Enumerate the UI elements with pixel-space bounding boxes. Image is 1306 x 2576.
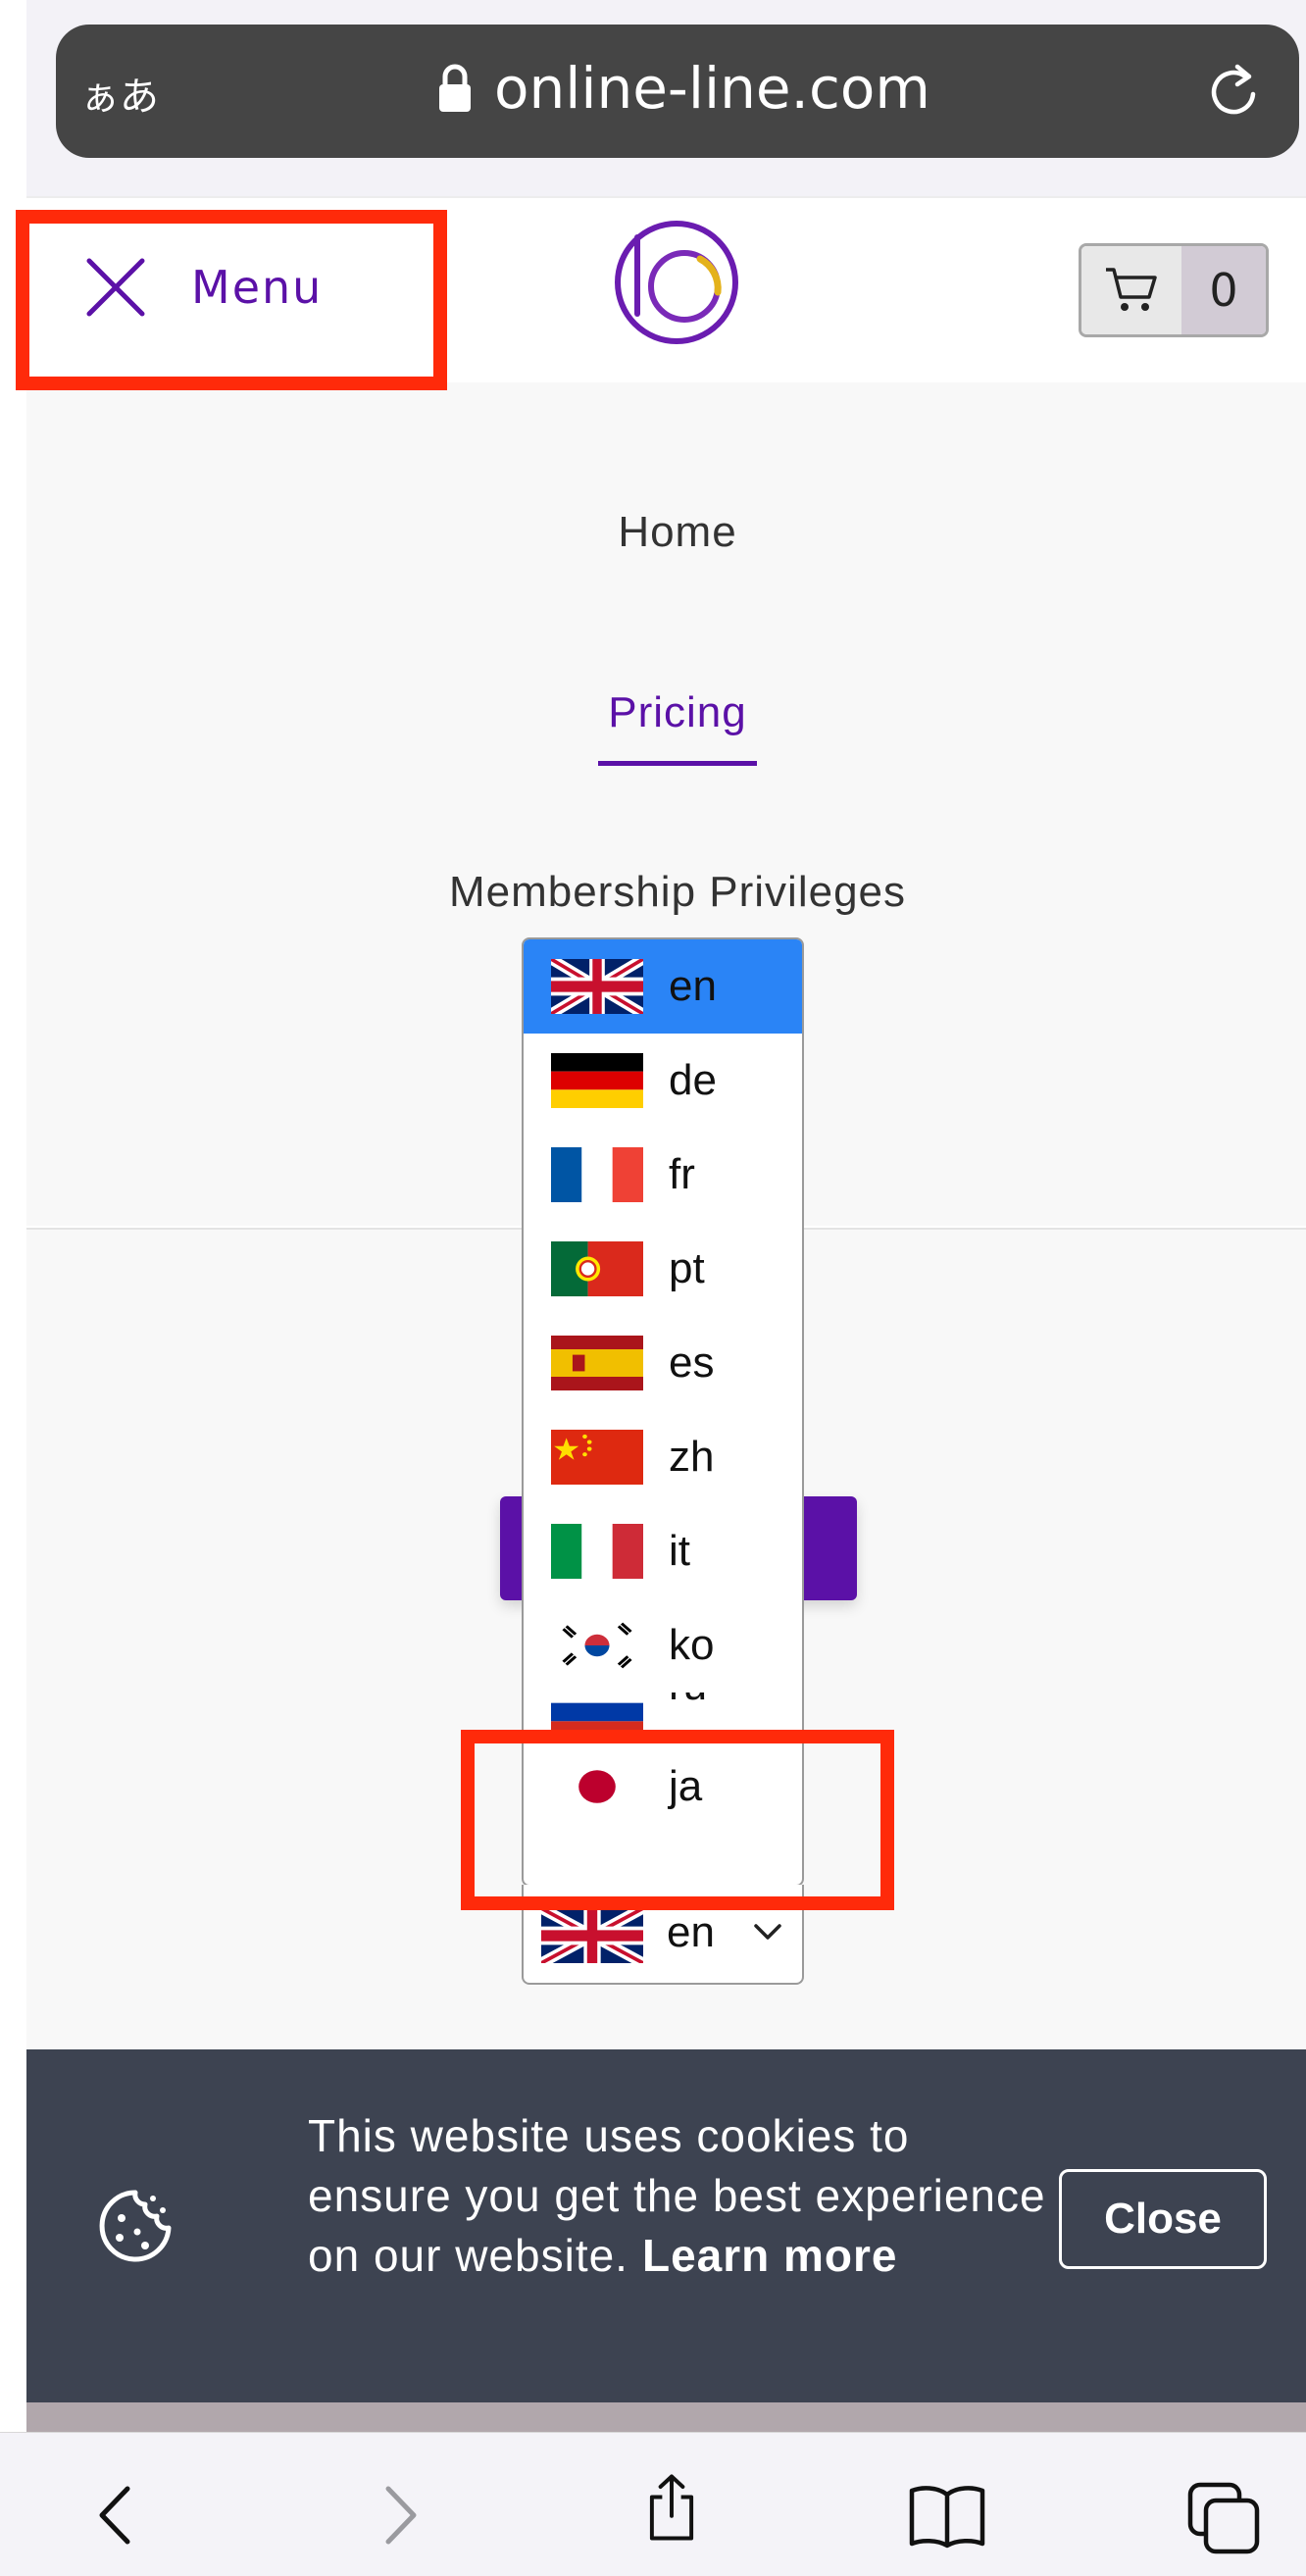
china-flag-icon — [551, 1430, 643, 1485]
reload-icon[interactable] — [1208, 63, 1263, 122]
language-option-label: zh — [669, 1433, 715, 1481]
language-option-label: it — [669, 1527, 690, 1575]
forward-icon[interactable] — [365, 2481, 433, 2550]
url-text: online-line.com — [494, 55, 930, 122]
language-option-label: ko — [669, 1621, 715, 1669]
cookie-close-button[interactable]: Close — [1059, 2169, 1267, 2269]
learn-more-link[interactable]: Learn more — [642, 2230, 898, 2281]
cookie-icon — [99, 2190, 172, 2262]
language-option-zh[interactable]: zh — [524, 1410, 802, 1504]
url-display[interactable]: online-line.com — [437, 55, 930, 122]
cart-button[interactable]: 0 — [1079, 243, 1269, 337]
language-option-label: ru — [669, 1692, 707, 1710]
nav-pricing[interactable]: Pricing — [0, 688, 1306, 737]
chevron-down-icon — [754, 1924, 781, 1940]
bookmarks-icon[interactable] — [908, 2481, 986, 2550]
language-option-label: fr — [669, 1150, 695, 1198]
active-nav-underline — [598, 761, 757, 766]
share-icon[interactable] — [637, 2473, 706, 2542]
language-option-label: en — [669, 962, 717, 1010]
language-option-label: es — [669, 1339, 715, 1387]
portugal-flag-icon — [551, 1241, 643, 1296]
language-option-label: de — [669, 1056, 717, 1104]
back-icon[interactable] — [82, 2481, 151, 2550]
reader-options-button[interactable]: ぁあ — [80, 65, 159, 122]
language-option-ko[interactable]: ko — [524, 1598, 802, 1692]
spain-flag-icon — [551, 1336, 643, 1390]
language-select-value: en — [667, 1908, 715, 1956]
language-option-fr[interactable]: fr — [524, 1128, 802, 1222]
korea-flag-icon — [551, 1618, 643, 1673]
language-option-it[interactable]: it — [524, 1504, 802, 1598]
nav-membership-privileges[interactable]: Membership Privileges — [0, 868, 1306, 917]
language-option-es[interactable]: es — [524, 1316, 802, 1410]
uk-flag-icon — [541, 1908, 643, 1963]
cookie-message: This website uses cookies to ensure you … — [308, 2106, 1053, 2286]
language-option-label: pt — [669, 1244, 705, 1292]
uk-flag-icon — [551, 959, 643, 1014]
tabs-icon[interactable] — [1186, 2481, 1261, 2555]
language-option-en[interactable]: en — [524, 939, 802, 1034]
italy-flag-icon — [551, 1524, 643, 1579]
cart-icon — [1106, 268, 1157, 311]
cookie-banner-edge — [26, 2402, 1306, 2432]
language-option-pt[interactable]: pt — [524, 1222, 802, 1316]
logo-icon[interactable] — [614, 220, 739, 345]
nav-home[interactable]: Home — [0, 508, 1306, 557]
language-option-de[interactable]: de — [524, 1034, 802, 1128]
cart-count: 0 — [1181, 246, 1266, 334]
lock-icon — [439, 64, 471, 112]
france-flag-icon — [551, 1147, 643, 1202]
highlight-ja-box — [461, 1730, 894, 1910]
highlight-menu-box — [16, 210, 447, 390]
germany-flag-icon — [551, 1053, 643, 1108]
